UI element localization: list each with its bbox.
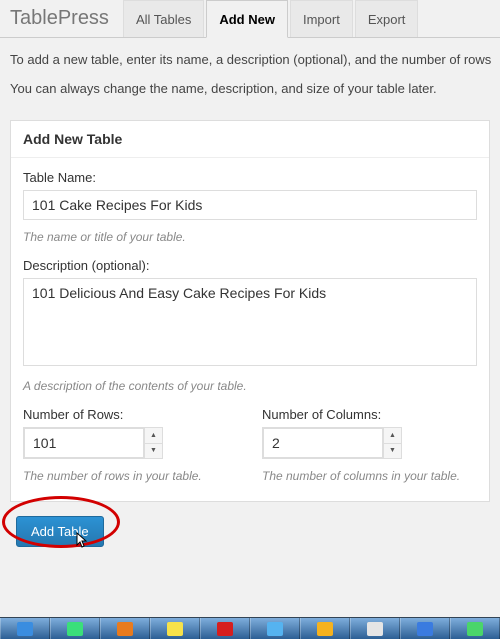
add-table-button[interactable]: Add Table bbox=[16, 516, 104, 547]
taskbar-item[interactable] bbox=[100, 618, 150, 639]
taskbar-item[interactable] bbox=[0, 618, 50, 639]
chevron-down-icon[interactable]: ▼ bbox=[145, 444, 162, 459]
label-table-name: Table Name: bbox=[23, 170, 477, 185]
field-rows: Number of Rows: ▲ ▼ bbox=[23, 407, 238, 459]
taskbar-item[interactable] bbox=[450, 618, 500, 639]
submit-area: Add Table bbox=[0, 502, 500, 547]
label-rows: Number of Rows: bbox=[23, 407, 238, 422]
tab-import[interactable]: Import bbox=[290, 0, 353, 37]
field-cols: Number of Columns: ▲ ▼ bbox=[262, 407, 477, 459]
intro-line-2: You can always change the name, descript… bbox=[10, 81, 490, 96]
taskbar-item[interactable] bbox=[350, 618, 400, 639]
taskbar-item[interactable] bbox=[200, 618, 250, 639]
taskbar-item[interactable] bbox=[50, 618, 100, 639]
hint-cols: The number of columns in your table. bbox=[262, 469, 477, 483]
intro-line-1: To add a new table, enter its name, a de… bbox=[10, 52, 490, 67]
tab-bar: TablePress All Tables Add New Import Exp… bbox=[0, 0, 500, 38]
chevron-down-icon[interactable]: ▼ bbox=[384, 444, 401, 459]
postbox-title: Add New Table bbox=[11, 121, 489, 158]
taskbar-item[interactable] bbox=[300, 618, 350, 639]
input-table-name[interactable] bbox=[23, 190, 477, 220]
plugin-title: TablePress bbox=[0, 0, 123, 37]
spinner-rows[interactable]: ▲ ▼ bbox=[144, 428, 162, 458]
add-new-table-box: Add New Table Table Name: The name or ti… bbox=[10, 120, 490, 502]
chevron-up-icon[interactable]: ▲ bbox=[145, 428, 162, 444]
hint-table-name: The name or title of your table. bbox=[23, 230, 477, 244]
field-table-name: Table Name: bbox=[23, 170, 477, 220]
input-cols[interactable] bbox=[263, 428, 383, 458]
taskbar bbox=[0, 617, 500, 639]
tab-all-tables[interactable]: All Tables bbox=[123, 0, 204, 37]
tab-export[interactable]: Export bbox=[355, 0, 419, 37]
taskbar-item[interactable] bbox=[400, 618, 450, 639]
taskbar-item[interactable] bbox=[250, 618, 300, 639]
chevron-up-icon[interactable]: ▲ bbox=[384, 428, 401, 444]
field-description: Description (optional): bbox=[23, 258, 477, 369]
input-description[interactable] bbox=[23, 278, 477, 366]
tab-add-new[interactable]: Add New bbox=[206, 0, 288, 38]
hint-rows: The number of rows in your table. bbox=[23, 469, 238, 483]
intro-text: To add a new table, enter its name, a de… bbox=[0, 38, 500, 114]
label-description: Description (optional): bbox=[23, 258, 477, 273]
hint-description: A description of the contents of your ta… bbox=[23, 379, 477, 393]
input-rows[interactable] bbox=[24, 428, 144, 458]
taskbar-item[interactable] bbox=[150, 618, 200, 639]
spinner-cols[interactable]: ▲ ▼ bbox=[383, 428, 401, 458]
label-cols: Number of Columns: bbox=[262, 407, 477, 422]
